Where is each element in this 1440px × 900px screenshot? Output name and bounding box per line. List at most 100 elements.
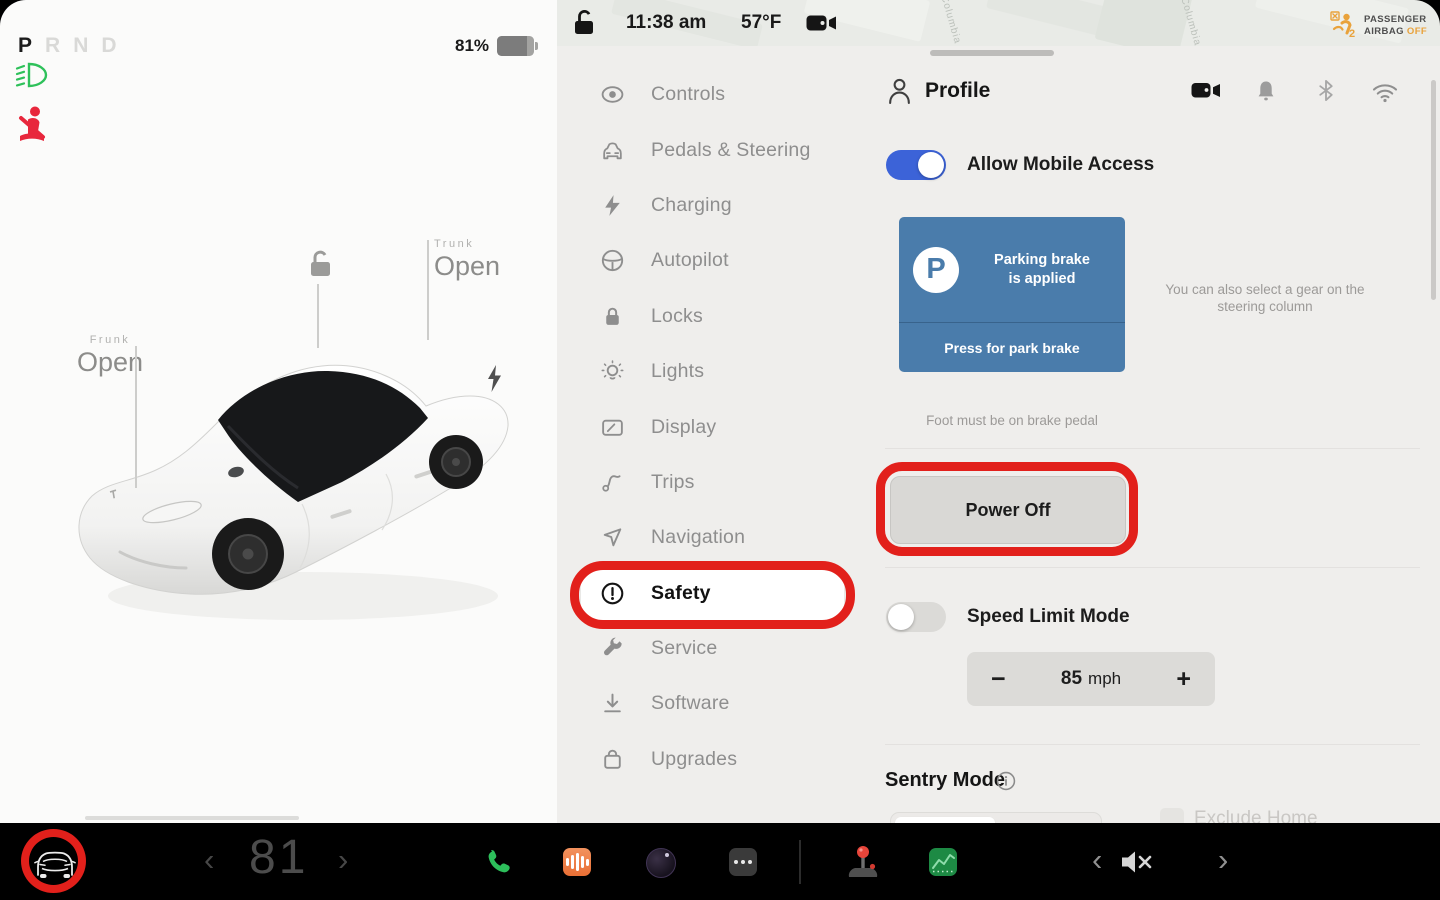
menu-label: Lights [651, 360, 704, 383]
media-app-icon[interactable] [563, 848, 591, 876]
menu-item-charging[interactable]: Charging [576, 178, 876, 233]
menu-item-safety[interactable]: Safety [576, 566, 876, 621]
menu-item-locks[interactable]: Locks [576, 289, 876, 344]
frunk-title: Frunk [74, 334, 146, 346]
trunk-open-button[interactable]: Open [434, 251, 504, 282]
airbag-line1: PASSENGER [1364, 14, 1427, 26]
gear-indicator[interactable]: P R N D [18, 34, 117, 58]
gear-n[interactable]: N [73, 34, 88, 58]
frunk-pointer-line [135, 346, 137, 488]
dashcam-icon[interactable] [806, 13, 838, 33]
menu-label: Pedals & Steering [651, 139, 811, 162]
route-icon [600, 470, 625, 495]
menu-label: Safety [651, 582, 711, 605]
speed-limit-label: Speed Limit Mode [967, 606, 1130, 628]
speed-limit-stepper[interactable]: − 85 mph + [967, 652, 1215, 706]
menu-item-navigation[interactable]: Navigation [576, 510, 876, 565]
phone-app-icon[interactable] [483, 847, 512, 876]
panel-drag-handle[interactable] [930, 50, 1054, 56]
arcade-app-icon[interactable] [845, 843, 881, 881]
battery-icon [497, 36, 538, 56]
menu-label: Display [651, 416, 716, 439]
park-status-line1: Parking brake [973, 251, 1111, 270]
volume-down-chevron[interactable]: ‹ [1092, 844, 1102, 875]
volume-up-chevron[interactable]: › [1218, 844, 1228, 875]
interior-temp-label[interactable]: 81 [249, 830, 308, 885]
menu-item-lights[interactable]: Lights [576, 344, 876, 399]
temp-increase-chevron[interactable]: › [338, 844, 348, 875]
notifications-bell-icon[interactable] [1254, 79, 1278, 103]
panel-scrollbar[interactable] [1431, 80, 1436, 300]
unlocked-icon[interactable] [302, 248, 336, 278]
menu-item-service[interactable]: Service [576, 621, 876, 676]
battery-indicator: 81% [455, 36, 538, 56]
park-brake-card[interactable]: P Parking brake is applied Press for par… [899, 217, 1125, 372]
menu-label: Navigation [651, 526, 745, 549]
wifi-icon[interactable] [1371, 80, 1399, 103]
menu-label: Locks [651, 305, 703, 328]
lightning-icon [600, 193, 625, 218]
bag-icon [600, 747, 625, 772]
bulb-icon [600, 359, 625, 384]
more-apps-icon[interactable] [729, 848, 757, 876]
menu-item-display[interactable]: Display [576, 399, 876, 454]
park-brake-button[interactable]: Press for park brake [899, 322, 1125, 372]
battery-percent-label: 81% [455, 36, 489, 56]
alert-circle-icon [600, 581, 625, 606]
divider [885, 567, 1420, 568]
menu-item-pedals-steering[interactable]: Pedals & Steering [576, 122, 876, 177]
unlocked-status-icon[interactable] [572, 9, 596, 36]
divider [885, 744, 1420, 745]
profile-title[interactable]: Profile [925, 79, 990, 103]
speed-limit-toggle[interactable] [886, 602, 946, 632]
trunk-pointer-line [427, 240, 429, 340]
map-street-label: Columbia [938, 0, 962, 45]
outside-temp-label: 57°F [741, 12, 781, 34]
gear-r[interactable]: R [45, 34, 60, 58]
charge-port-icon[interactable] [486, 365, 503, 392]
menu-label: Upgrades [651, 748, 737, 771]
tesla-touchscreen: P R N D 81% [0, 0, 1440, 900]
car-app-icon[interactable] [33, 845, 77, 881]
speed-value-group: 85 mph [1061, 668, 1121, 690]
decrease-speed-button[interactable]: − [991, 667, 1006, 692]
mute-icon[interactable] [1120, 849, 1154, 875]
padlock-icon [600, 304, 625, 329]
car-status-panel: P R N D 81% [0, 0, 557, 823]
gear-p[interactable]: P [18, 34, 32, 58]
camera-lens-app-icon[interactable] [646, 848, 676, 878]
mobile-access-toggle[interactable] [886, 150, 946, 180]
wrench-icon [600, 636, 625, 661]
download-icon [600, 691, 625, 716]
menu-item-upgrades[interactable]: Upgrades [576, 732, 876, 787]
power-off-button[interactable]: Power Off [890, 476, 1126, 544]
info-icon[interactable] [995, 770, 1017, 792]
lock-pointer-line [317, 284, 319, 348]
airbag-status: OFF [1407, 26, 1427, 37]
settings-menu: Controls Pedals & Steering Charging Auto… [576, 67, 876, 787]
airbag-line2: AIRBAG [1364, 26, 1404, 37]
speed-unit: mph [1088, 669, 1121, 688]
cabin-camera-icon[interactable] [1191, 81, 1221, 100]
menu-item-autopilot[interactable]: Autopilot [576, 233, 876, 288]
app-launcher-bar: ‹ 81 › [0, 823, 1440, 900]
menu-label: Autopilot [651, 249, 729, 272]
bluetooth-icon[interactable] [1317, 79, 1335, 102]
increase-speed-button[interactable]: + [1176, 667, 1191, 692]
trunk-status[interactable]: Trunk Open [434, 238, 504, 282]
nav-arrow-icon [600, 525, 625, 550]
stocks-app-icon[interactable] [929, 848, 957, 876]
menu-label: Software [651, 692, 730, 715]
temp-decrease-chevron[interactable]: ‹ [204, 844, 214, 875]
menu-item-software[interactable]: Software [576, 676, 876, 731]
gear-d[interactable]: D [101, 34, 116, 58]
svg-text:2: 2 [1349, 28, 1355, 40]
speed-value: 85 [1061, 668, 1082, 689]
brake-pedal-hint: Foot must be on brake pedal [887, 412, 1137, 429]
menu-label: Service [651, 637, 717, 660]
menu-item-trips[interactable]: Trips [576, 455, 876, 510]
headlights-on-icon [13, 58, 51, 92]
left-panel-bottom-divider [85, 816, 299, 820]
gear-hint-text: You can also select a gear on the steeri… [1140, 281, 1390, 315]
menu-item-controls[interactable]: Controls [576, 67, 876, 122]
